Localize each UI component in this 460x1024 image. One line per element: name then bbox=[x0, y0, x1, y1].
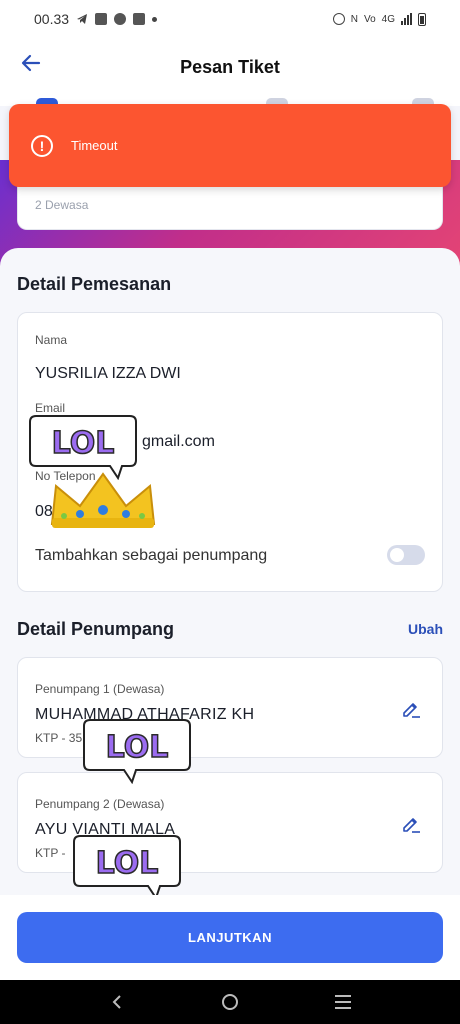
name-value: YUSRILIA IZZA DWI bbox=[35, 365, 181, 382]
lol-sticker-3: LOL bbox=[70, 832, 184, 901]
status-time: 00.33 bbox=[34, 11, 70, 27]
passenger-1-label: Penumpang 1 (Dewasa) bbox=[35, 682, 165, 696]
battery-icon bbox=[418, 12, 426, 26]
lol-sticker-3-text: LOL bbox=[96, 846, 159, 881]
back-button[interactable] bbox=[16, 48, 46, 78]
toggle-knob bbox=[390, 548, 404, 562]
page-title: Pesan Tiket bbox=[180, 56, 280, 77]
signal-icon bbox=[401, 13, 412, 25]
lol-sticker-1-text: LOL bbox=[52, 426, 115, 461]
passenger-2-label: Penumpang 2 (Dewasa) bbox=[35, 797, 165, 811]
alert-circle-icon: ! bbox=[31, 134, 53, 157]
nfc-icon: N bbox=[350, 13, 358, 25]
arrow-left-icon bbox=[21, 54, 41, 72]
volte-icon: Vo bbox=[363, 13, 376, 25]
passenger-2-id: KTP - bbox=[35, 846, 66, 860]
network-type: 4G bbox=[381, 13, 395, 25]
edit-passenger-1-button[interactable] bbox=[400, 698, 422, 720]
email-value: gmail.com bbox=[142, 433, 215, 450]
continue-button[interactable]: LANJUTKAN bbox=[17, 912, 443, 963]
app-icon bbox=[114, 13, 127, 25]
app-header: Pesan Tiket bbox=[0, 38, 460, 96]
alarm-icon bbox=[332, 13, 345, 25]
toast-message: Timeout bbox=[71, 138, 118, 153]
edit-passengers-link[interactable]: Ubah bbox=[408, 621, 443, 637]
mail-icon bbox=[133, 13, 146, 25]
home-circle-icon bbox=[221, 994, 238, 1010]
nav-recents-button[interactable] bbox=[328, 987, 358, 1017]
edit-passenger-2-button[interactable] bbox=[400, 813, 422, 835]
lol-sticker-2-text: LOL bbox=[106, 730, 169, 765]
pencil-icon bbox=[403, 703, 420, 718]
telegram-icon bbox=[77, 14, 88, 24]
status-left: 00.33 bbox=[34, 11, 158, 27]
add-passenger-label: Tambahkan sebagai penumpang bbox=[35, 547, 268, 564]
passenger-details-title: Detail Penumpang bbox=[17, 619, 175, 639]
lol-sticker-2: LOL bbox=[80, 716, 194, 785]
name-label: Nama bbox=[35, 333, 68, 347]
add-passenger-toggle[interactable] bbox=[387, 545, 425, 565]
status-right: N Vo 4G bbox=[332, 12, 426, 26]
nav-back-button[interactable] bbox=[102, 987, 132, 1017]
menu-lines-icon bbox=[335, 995, 352, 1009]
passenger-1-id: KTP - 35 bbox=[35, 731, 83, 745]
passenger-count-value: 2 Dewasa bbox=[35, 198, 89, 212]
chevron-left-icon bbox=[112, 995, 121, 1009]
status-bar: 00.33 N Vo 4G bbox=[0, 0, 460, 38]
nav-home-button[interactable] bbox=[215, 987, 245, 1017]
system-nav-bar bbox=[0, 980, 460, 1024]
shop-icon bbox=[95, 13, 108, 25]
pencil-icon bbox=[403, 818, 420, 833]
crown-sticker bbox=[46, 470, 160, 532]
booking-details-title: Detail Pemesanan bbox=[17, 274, 172, 294]
more-dot-icon bbox=[152, 16, 158, 22]
timeout-toast: ! Timeout bbox=[9, 104, 451, 187]
